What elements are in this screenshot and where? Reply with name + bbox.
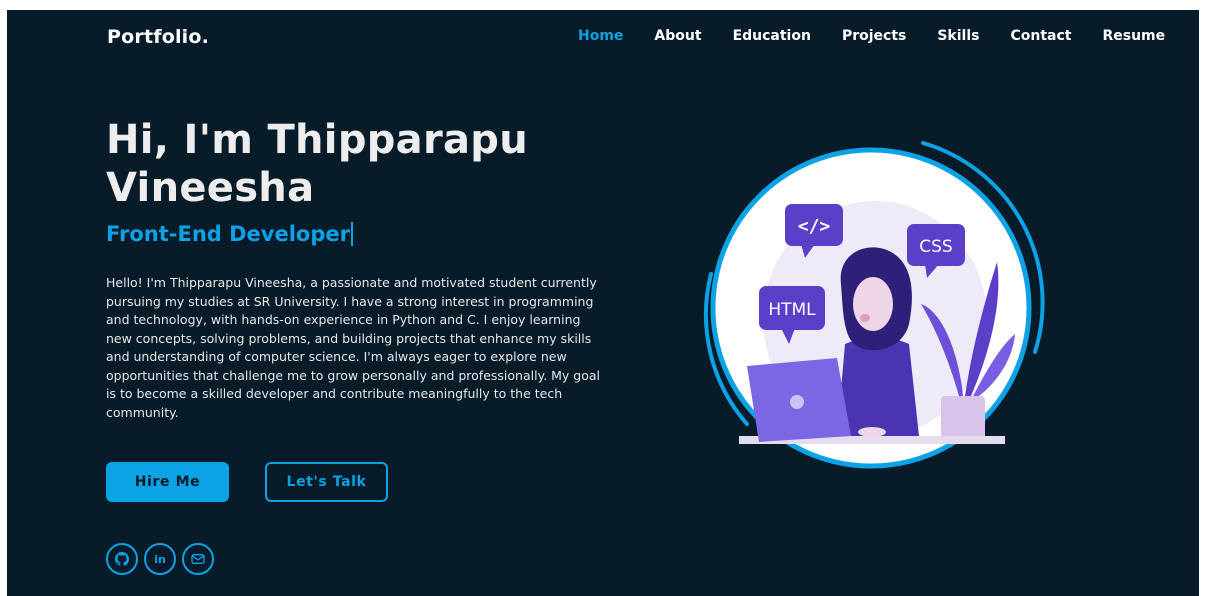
css-badge: CSS: [919, 237, 952, 257]
typing-cursor: [351, 222, 353, 246]
developer-illustration: </> CSS HTML: [703, 141, 1045, 469]
html-badge: HTML: [768, 300, 816, 320]
lets-talk-button[interactable]: Let's Talk: [265, 462, 388, 502]
social-links: in: [106, 543, 220, 575]
github-link[interactable]: [106, 543, 138, 575]
nav-about[interactable]: About: [654, 28, 701, 44]
linkedin-link[interactable]: in: [144, 543, 176, 575]
mail-link[interactable]: [182, 543, 214, 575]
hero-description: Hello! I'm Thipparapu Vineesha, a passio…: [106, 275, 601, 420]
nav-resume[interactable]: Resume: [1102, 28, 1165, 44]
nav-education[interactable]: Education: [733, 28, 811, 44]
hero-title: Hi, I'm Thipparapu Vineesha: [106, 116, 586, 212]
mail-icon: [191, 554, 205, 564]
role-text: Front-End Developer: [106, 222, 350, 246]
nav-contact[interactable]: Contact: [1010, 28, 1071, 44]
main-nav: Home About Education Projects Skills Con…: [578, 28, 1196, 44]
hire-me-button[interactable]: Hire Me: [106, 462, 229, 502]
role-typing: Front-End Developer: [106, 222, 353, 246]
linkedin-icon: in: [154, 552, 166, 566]
hero-title-line1: Hi, I'm Thipparapu: [106, 117, 529, 163]
nav-projects[interactable]: Projects: [842, 28, 906, 44]
logo[interactable]: Portfolio.: [107, 26, 209, 48]
nav-skills[interactable]: Skills: [937, 28, 979, 44]
hero-title-line2: Vineesha: [106, 165, 315, 211]
portfolio-page: Portfolio. Home About Education Projects…: [7, 10, 1199, 596]
code-badge: </>: [798, 216, 831, 237]
nav-home[interactable]: Home: [578, 28, 623, 44]
github-icon: [115, 552, 130, 566]
